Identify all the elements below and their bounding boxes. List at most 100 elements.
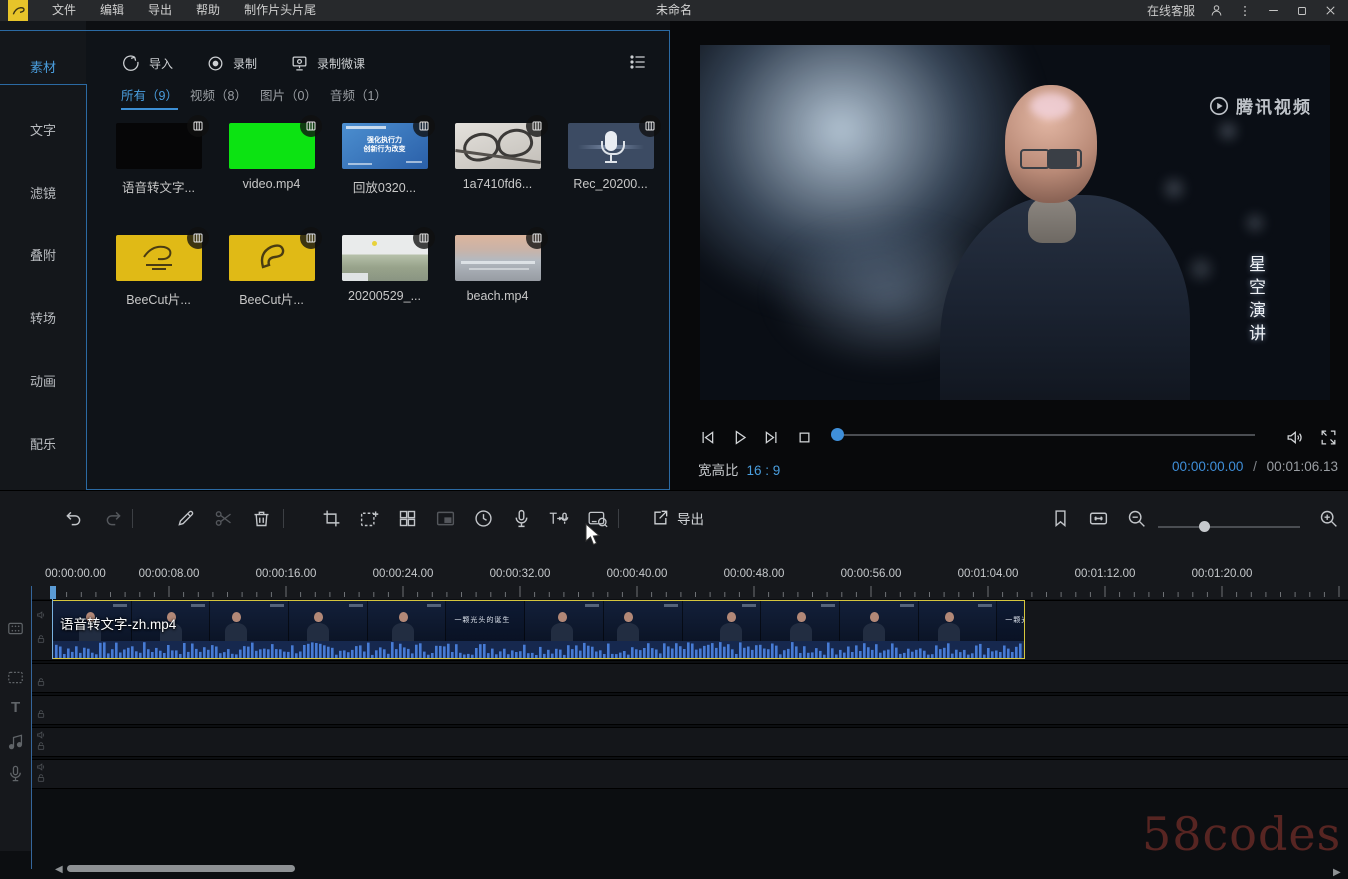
edit-button[interactable] xyxy=(170,503,200,533)
timeline-zoom-handle[interactable] xyxy=(1199,521,1210,532)
tab-video[interactable]: 视频（8） xyxy=(190,85,247,105)
add-to-timeline-badge[interactable] xyxy=(526,227,548,249)
video-track-icon[interactable] xyxy=(6,619,25,638)
scroll-left-arrow[interactable]: ◀ xyxy=(55,864,63,875)
marker-button[interactable] xyxy=(1045,503,1075,533)
menu-3[interactable]: 帮助 xyxy=(184,0,232,21)
horizontal-scrollbar[interactable] xyxy=(67,865,295,872)
sidebar-item-filter[interactable]: 滤镜 xyxy=(0,183,86,202)
tab-audio[interactable]: 音频（1） xyxy=(330,85,387,105)
playhead-handle[interactable] xyxy=(50,586,56,599)
add-to-timeline-badge[interactable] xyxy=(300,227,322,249)
fullscreen-button[interactable] xyxy=(1315,424,1341,450)
media-thumbnail[interactable] xyxy=(229,123,315,169)
sidebar-item-music[interactable]: 配乐 xyxy=(0,434,86,453)
add-to-timeline-badge[interactable] xyxy=(413,115,435,137)
media-thumbnail[interactable]: 强化执行力创新行为改变 xyxy=(342,123,428,169)
app-logo-icon[interactable] xyxy=(8,0,28,21)
library-item[interactable]: 强化执行力创新行为改变回放0320... xyxy=(328,123,441,196)
fit-timeline-button[interactable] xyxy=(1083,503,1113,533)
screen-record-button[interactable]: 录制微课 xyxy=(290,50,365,76)
library-item[interactable]: Rec_20200... xyxy=(554,123,667,191)
text-track-icon[interactable]: T xyxy=(11,699,20,716)
library-item[interactable]: BeeCut片... xyxy=(102,235,215,308)
import-button[interactable]: 导入 xyxy=(122,50,173,76)
voiceover-button[interactable] xyxy=(506,503,536,533)
voice-track-mute-icon[interactable] xyxy=(36,762,46,772)
overlay-track-lock-icon[interactable] xyxy=(36,677,46,687)
crop-button[interactable] xyxy=(316,503,346,533)
media-thumbnail[interactable] xyxy=(455,123,541,169)
split-button[interactable] xyxy=(208,503,238,533)
overlay-track-icon[interactable] xyxy=(6,668,25,687)
delete-button[interactable] xyxy=(246,503,276,533)
tab-image[interactable]: 图片（0） xyxy=(260,85,317,105)
media-thumbnail[interactable] xyxy=(342,235,428,281)
duration-button[interactable] xyxy=(468,503,498,533)
add-to-timeline-badge[interactable] xyxy=(187,115,209,137)
redo-button[interactable] xyxy=(98,503,128,533)
menu-0[interactable]: 文件 xyxy=(40,0,88,21)
tab-all[interactable]: 所有（9） xyxy=(121,85,178,110)
next-frame-button[interactable] xyxy=(758,424,784,450)
seek-bar[interactable] xyxy=(837,434,1255,436)
timeline-clip[interactable]: 一颗光头的诞生一颗光头的诞生 语音转文字-zh.mp4 xyxy=(52,600,1025,659)
zoom-region-button[interactable] xyxy=(354,503,384,533)
voice-track-lock-icon[interactable] xyxy=(36,773,46,783)
maximize-button[interactable] xyxy=(1295,4,1309,18)
online-support-link[interactable]: 在线客服 xyxy=(1147,2,1195,19)
more-menu-icon[interactable] xyxy=(1238,4,1252,18)
library-item[interactable]: 20200529_... xyxy=(328,235,441,303)
library-item[interactable]: beach.mp4 xyxy=(441,235,554,303)
video-track-mute-icon[interactable] xyxy=(36,610,46,620)
scroll-right-arrow[interactable]: ▶ xyxy=(1333,867,1341,878)
sidebar-item-text[interactable]: 文字 xyxy=(0,120,86,139)
aspect-ratio[interactable]: 宽高比16 : 9 xyxy=(698,459,780,479)
seek-handle[interactable] xyxy=(831,428,844,441)
text-track[interactable] xyxy=(32,695,1348,725)
add-to-timeline-badge[interactable] xyxy=(187,227,209,249)
add-to-timeline-badge[interactable] xyxy=(300,115,322,137)
media-thumbnail[interactable] xyxy=(568,123,654,169)
sidebar-item-transition[interactable]: 转场 xyxy=(0,308,86,327)
list-view-button[interactable] xyxy=(628,52,648,72)
music-track-mute-icon[interactable] xyxy=(36,730,46,740)
music-track-icon[interactable] xyxy=(6,732,25,751)
stop-button[interactable] xyxy=(791,424,817,450)
video-track-lock-icon[interactable] xyxy=(36,634,46,644)
volume-button[interactable] xyxy=(1281,424,1307,450)
subtitle-recognition-button[interactable] xyxy=(582,503,612,533)
sidebar-item-overlay[interactable]: 叠附 xyxy=(0,245,86,264)
media-thumbnail[interactable] xyxy=(229,235,315,281)
zoom-in-button[interactable] xyxy=(1313,503,1343,533)
add-to-timeline-badge[interactable] xyxy=(413,227,435,249)
mosaic-button[interactable] xyxy=(392,503,422,533)
voice-track[interactable] xyxy=(32,759,1348,789)
text-track-lock-icon[interactable] xyxy=(36,709,46,719)
play-button[interactable] xyxy=(726,424,752,450)
record-button[interactable]: 录制 xyxy=(206,50,257,76)
add-to-timeline-badge[interactable] xyxy=(639,115,661,137)
music-track[interactable] xyxy=(32,727,1348,757)
library-item[interactable]: video.mp4 xyxy=(215,123,328,191)
menu-1[interactable]: 编辑 xyxy=(88,0,136,21)
library-item[interactable]: 语音转文字... xyxy=(102,123,215,196)
library-item[interactable]: BeeCut片... xyxy=(215,235,328,308)
sidebar-item-material[interactable]: 素材 xyxy=(0,57,86,76)
voice-track-icon[interactable] xyxy=(6,764,25,783)
menu-4[interactable]: 制作片头片尾 xyxy=(232,0,328,21)
media-thumbnail[interactable] xyxy=(455,235,541,281)
text-to-speech-button[interactable] xyxy=(543,503,573,533)
minimize-button[interactable] xyxy=(1266,3,1281,18)
previous-frame-button[interactable] xyxy=(694,424,720,450)
media-thumbnail[interactable] xyxy=(116,123,202,169)
undo-button[interactable] xyxy=(58,503,88,533)
music-track-lock-icon[interactable] xyxy=(36,741,46,751)
overlay-track[interactable] xyxy=(32,663,1348,693)
pip-button[interactable] xyxy=(430,503,460,533)
media-thumbnail[interactable] xyxy=(116,235,202,281)
library-item[interactable]: 1a7410fd6... xyxy=(441,123,554,191)
close-button[interactable] xyxy=(1323,3,1338,18)
sidebar-item-animation[interactable]: 动画 xyxy=(0,371,86,390)
menu-2[interactable]: 导出 xyxy=(136,0,184,21)
